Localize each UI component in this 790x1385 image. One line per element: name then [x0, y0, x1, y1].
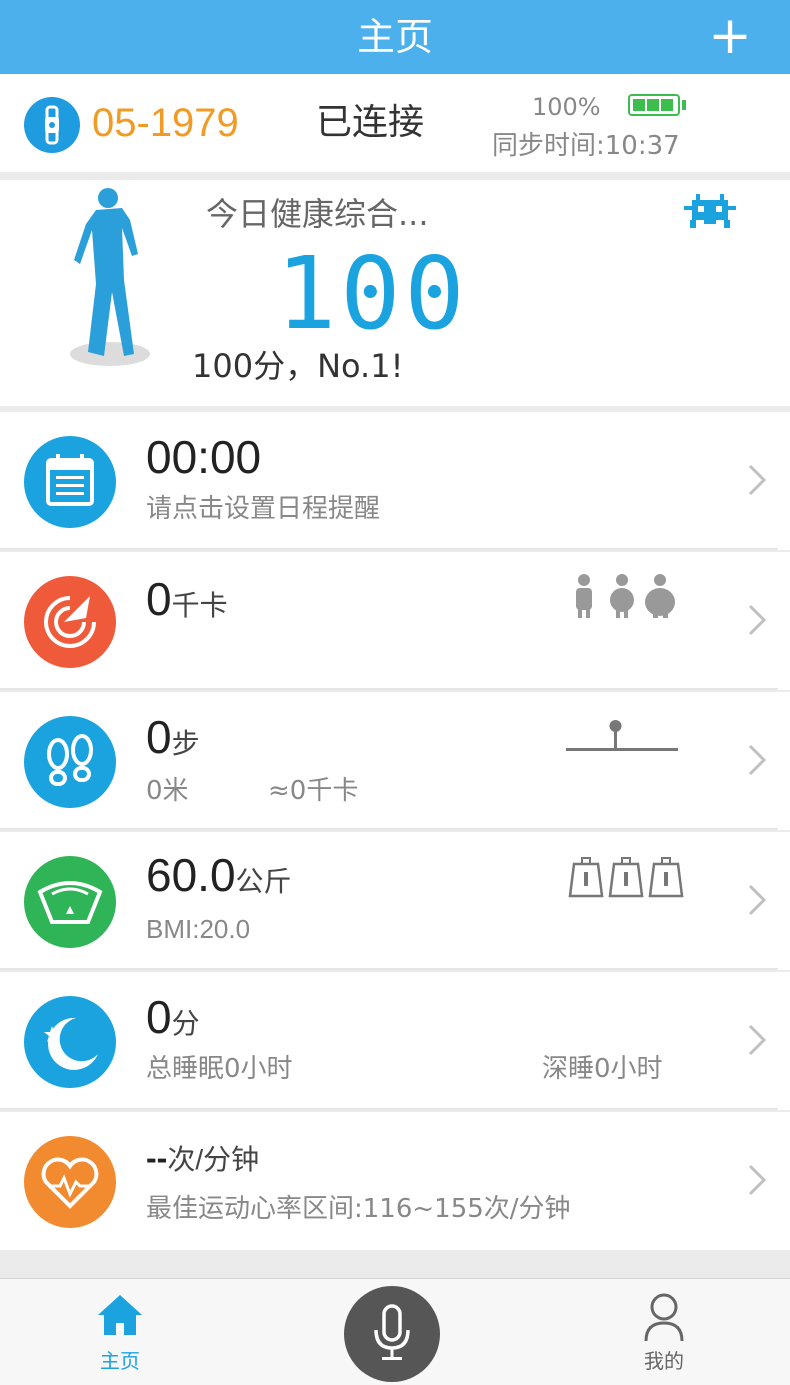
- battery-tip: [682, 100, 686, 110]
- device-id: 05-1979: [92, 101, 239, 145]
- divider: [0, 828, 778, 830]
- device-status-bar[interactable]: 05-1979 已连接 100% 同步时间:10:37: [0, 74, 790, 172]
- tab-me[interactable]: 我的: [624, 1287, 704, 1377]
- list-item-heart-rate[interactable]: --次/分钟 最佳运动心率区间:116~155次/分钟: [0, 1112, 790, 1250]
- sync-time: 同步时间:10:37: [492, 131, 680, 161]
- list-item-schedule[interactable]: 00:00 请点击设置日程提醒: [0, 412, 790, 550]
- user-icon: [642, 1291, 686, 1343]
- divider: [0, 548, 778, 550]
- battery-icon: [628, 94, 680, 116]
- sleep-deep: 深睡0小时: [542, 1054, 663, 1084]
- heart-rate-range: 最佳运动心率区间:116~155次/分钟: [146, 1194, 571, 1224]
- page-title: 主页: [356, 15, 433, 59]
- steps-value: 0步: [146, 711, 200, 763]
- bmi-value: BMI:20.0: [146, 914, 251, 944]
- moon-icon: [24, 996, 116, 1088]
- battery-percent: 100%: [532, 93, 601, 121]
- microphone-icon: [368, 1304, 416, 1364]
- list-item-calories[interactable]: 0千卡: [0, 552, 790, 690]
- divider: [0, 968, 778, 970]
- home-icon: [96, 1293, 144, 1337]
- weight-unit: 公斤: [235, 866, 292, 897]
- schedule-hint: 请点击设置日程提醒: [146, 494, 381, 524]
- calendar-icon: [24, 436, 116, 528]
- divider: [0, 688, 778, 690]
- chevron-right-icon: [746, 602, 770, 638]
- schedule-time: 00:00: [146, 431, 262, 483]
- top-bar: 主页 +: [0, 0, 790, 74]
- chevron-right-icon: [746, 882, 770, 918]
- add-button[interactable]: +: [700, 6, 760, 66]
- heart-rate-icon: [24, 1136, 116, 1228]
- weights-icon: [566, 854, 686, 898]
- chevron-right-icon: [746, 1162, 770, 1198]
- body-shapes-icon: [566, 572, 678, 620]
- flame-target-icon: [24, 576, 116, 668]
- watch-icon: [24, 97, 80, 153]
- chevron-right-icon: [746, 742, 770, 778]
- heart-rate-unit: 次/分钟: [167, 1144, 260, 1175]
- sleep-value: 0分: [146, 991, 200, 1043]
- scale-icon: [24, 856, 116, 948]
- sleep-total: 总睡眠0小时: [146, 1054, 293, 1084]
- health-score: 100: [276, 235, 469, 352]
- tab-me-label: 我的: [644, 1349, 684, 1373]
- heart-rate-value: --次/分钟: [146, 1140, 260, 1176]
- tab-home[interactable]: 主页: [82, 1287, 158, 1377]
- health-title: 今日健康综合...: [206, 195, 429, 233]
- divider: [0, 1108, 778, 1110]
- robot-icon[interactable]: [684, 194, 736, 230]
- steps-distance: 0米: [146, 776, 189, 806]
- connection-status: 已连接: [316, 102, 425, 143]
- body-figure-icon: [58, 184, 168, 374]
- list-item-steps[interactable]: 0步 0米 ≈0千卡: [0, 692, 790, 830]
- calories-value: 0千卡: [146, 573, 228, 625]
- chevron-right-icon: [746, 462, 770, 498]
- steps-unit: 步: [171, 728, 200, 759]
- list-item-weight[interactable]: 60.0公斤 BMI:20.0: [0, 832, 790, 970]
- footprints-icon: [24, 716, 116, 808]
- health-score-panel[interactable]: 今日健康综合... 100 100分，No.1!: [0, 180, 790, 406]
- chevron-right-icon: [746, 1022, 770, 1058]
- steps-kcal: ≈0千卡: [268, 776, 359, 806]
- sleep-unit: 分: [171, 1008, 200, 1039]
- health-subtitle: 100分，No.1!: [192, 347, 404, 385]
- tab-home-label: 主页: [100, 1349, 140, 1373]
- voice-button[interactable]: [344, 1286, 440, 1382]
- step-goal-slider-icon: [566, 716, 678, 756]
- list-item-sleep[interactable]: 0分 总睡眠0小时 深睡0小时: [0, 972, 790, 1110]
- calories-unit: 千卡: [171, 590, 228, 621]
- weight-value: 60.0公斤: [146, 849, 292, 901]
